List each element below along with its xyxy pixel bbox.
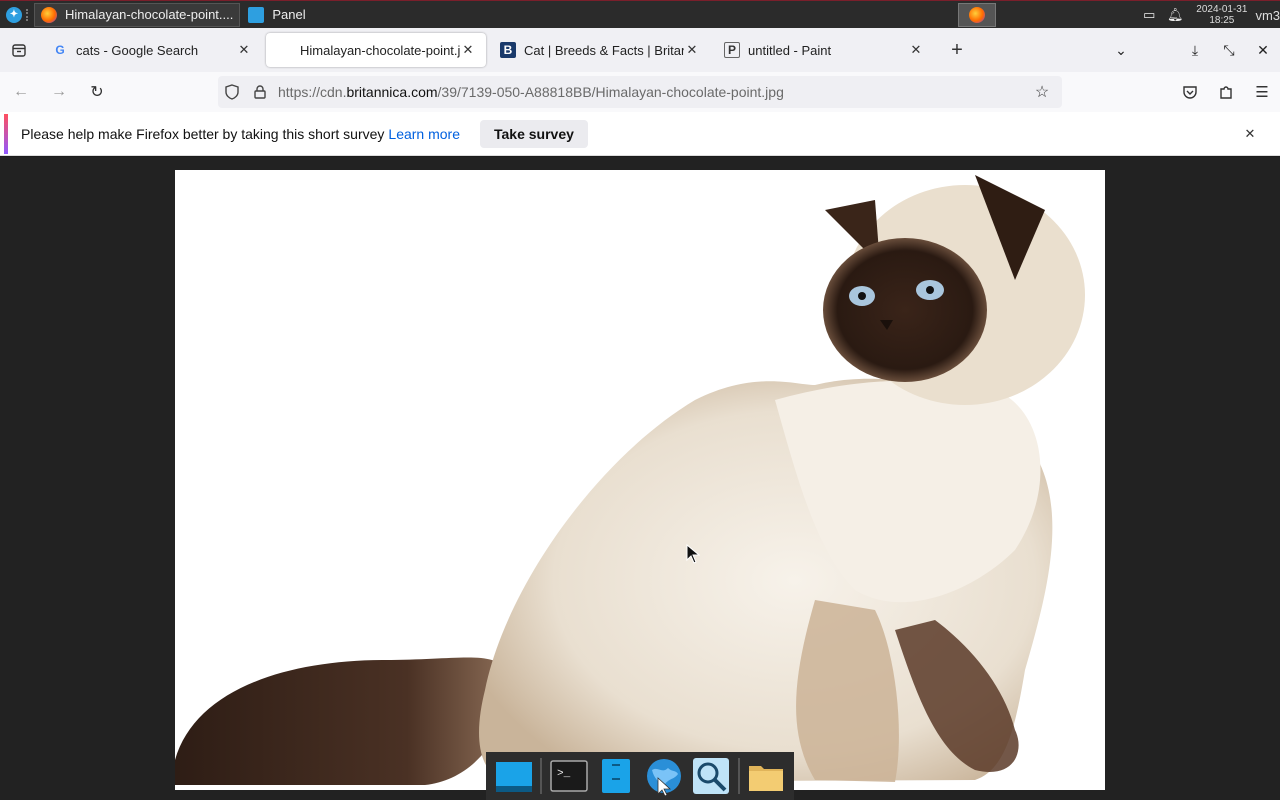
reload-icon[interactable]: ↻ (80, 76, 114, 108)
close-tab-icon[interactable]: ✕ (460, 42, 476, 58)
tracking-protection-shield-icon[interactable] (218, 76, 246, 108)
tab-label: cats - Google Search (76, 42, 199, 58)
restore-window-icon[interactable]: ⤡ (1212, 33, 1246, 67)
notification-bell-icon[interactable]: 🔔︎ (1166, 6, 1184, 24)
learn-more-link[interactable]: Learn more (388, 126, 460, 142)
battery-icon[interactable]: ▭ (1140, 6, 1158, 24)
tab-britannica[interactable]: B Cat | Breeds & Facts | Britannica ✕ (490, 33, 710, 67)
tab-google-search[interactable]: G cats - Google Search ✕ (42, 33, 262, 67)
cat-image[interactable] (175, 170, 1105, 790)
tray-firefox-button[interactable] (958, 3, 997, 27)
notification-text: Please help make Firefox better by takin… (21, 125, 385, 142)
dock-browser-icon[interactable] (642, 754, 685, 798)
cat-illustration (175, 170, 1105, 790)
dock-files-panel-icon[interactable] (595, 754, 638, 798)
paint-icon: P (724, 42, 740, 58)
taskbar-item-label: Panel (272, 7, 306, 22)
notification-accent-bar (4, 113, 8, 154)
tab-paint[interactable]: P untitled - Paint ✕ (714, 33, 934, 67)
url-bar[interactable]: https://cdn.britannica.com/39/7139-050-A… (218, 76, 1062, 108)
dock-desktop-icon[interactable] (492, 754, 535, 798)
taskbar-item-firefox[interactable]: Himalayan-chocolate-point.... (34, 2, 241, 27)
system-menu-icon[interactable]: ✦ (6, 6, 22, 23)
firefox-icon (41, 6, 57, 23)
screen: ✦ Himalayan-chocolate-point.... Panel ▭ … (0, 0, 1280, 800)
pocket-icon[interactable] (1172, 76, 1208, 108)
page-content (0, 157, 1280, 800)
firefox-icon (969, 7, 986, 23)
tab-label: Himalayan-chocolate-point.jpg (300, 42, 460, 58)
close-tab-icon[interactable]: ✕ (236, 42, 252, 58)
download-icon[interactable]: ⤓ (1178, 33, 1212, 67)
close-notification-icon[interactable]: ✕ (1240, 124, 1260, 144)
new-tab-button[interactable]: + (940, 33, 974, 67)
clock-time: 18:25 (1209, 15, 1235, 26)
dock-folder-icon[interactable] (745, 754, 788, 798)
dock-separator (737, 758, 740, 794)
url-path: /39/7139-050-A88818BB/Himalayan-chocolat… (437, 84, 784, 100)
tab-label: Cat | Breeds & Facts | Britannica (524, 42, 684, 58)
back-arrow-icon[interactable]: ← (4, 76, 38, 108)
forward-arrow-icon[interactable]: → (42, 76, 76, 108)
close-tab-icon[interactable]: ✕ (684, 42, 700, 58)
url-text[interactable]: https://cdn.britannica.com/39/7139-050-A… (278, 84, 784, 100)
navigation-bar: ← → ↻ https://cdn.britannica.com/39/7139… (0, 72, 1280, 112)
list-all-tabs-chevron-icon[interactable]: ⌄ (1104, 33, 1138, 67)
tab-strip: G cats - Google Search ✕ Himalayan-choco… (0, 28, 1280, 72)
tab-label: untitled - Paint (748, 42, 832, 58)
user-label[interactable]: vm3 (1255, 8, 1280, 23)
taskbar-item-panel[interactable]: Panel (242, 3, 311, 27)
dock-terminal-icon[interactable]: >_ (547, 754, 590, 798)
survey-notification: Please help make Firefox better by takin… (0, 112, 1280, 156)
clock-date: 2024-01-31 (1196, 4, 1248, 15)
google-icon: G (55, 43, 65, 57)
url-domain: britannica.com (346, 84, 438, 100)
take-survey-button[interactable]: Take survey (480, 119, 588, 148)
tab-himalayan-image[interactable]: Himalayan-chocolate-point.jpg ✕ (266, 33, 486, 67)
close-window-icon[interactable]: ✕ (1246, 33, 1280, 67)
system-panel: ✦ Himalayan-chocolate-point.... Panel ▭ … (0, 0, 1280, 28)
taskbar-item-label: Himalayan-chocolate-point.... (65, 7, 234, 22)
url-prefix: https://cdn. (278, 84, 347, 100)
dock: >_ (486, 752, 794, 800)
extensions-puzzle-icon[interactable] (1208, 76, 1244, 108)
svg-text:>_: >_ (557, 768, 571, 780)
panel-icon (248, 6, 265, 23)
close-tab-icon[interactable]: ✕ (908, 42, 924, 58)
dock-search-icon[interactable] (689, 754, 732, 798)
clock[interactable]: 2024-01-31 18:25 (1196, 4, 1247, 26)
bookmark-star-icon[interactable]: ☆ (1028, 76, 1056, 108)
britannica-icon: B (500, 42, 516, 58)
panel-separator (26, 8, 32, 21)
firefox-view-icon[interactable] (0, 28, 38, 72)
dock-separator (540, 758, 543, 794)
image-icon (276, 42, 292, 58)
menu-hamburger-icon[interactable]: ☰ (1244, 76, 1280, 108)
lock-icon[interactable] (246, 76, 274, 108)
mouse-cursor-icon (686, 544, 700, 564)
